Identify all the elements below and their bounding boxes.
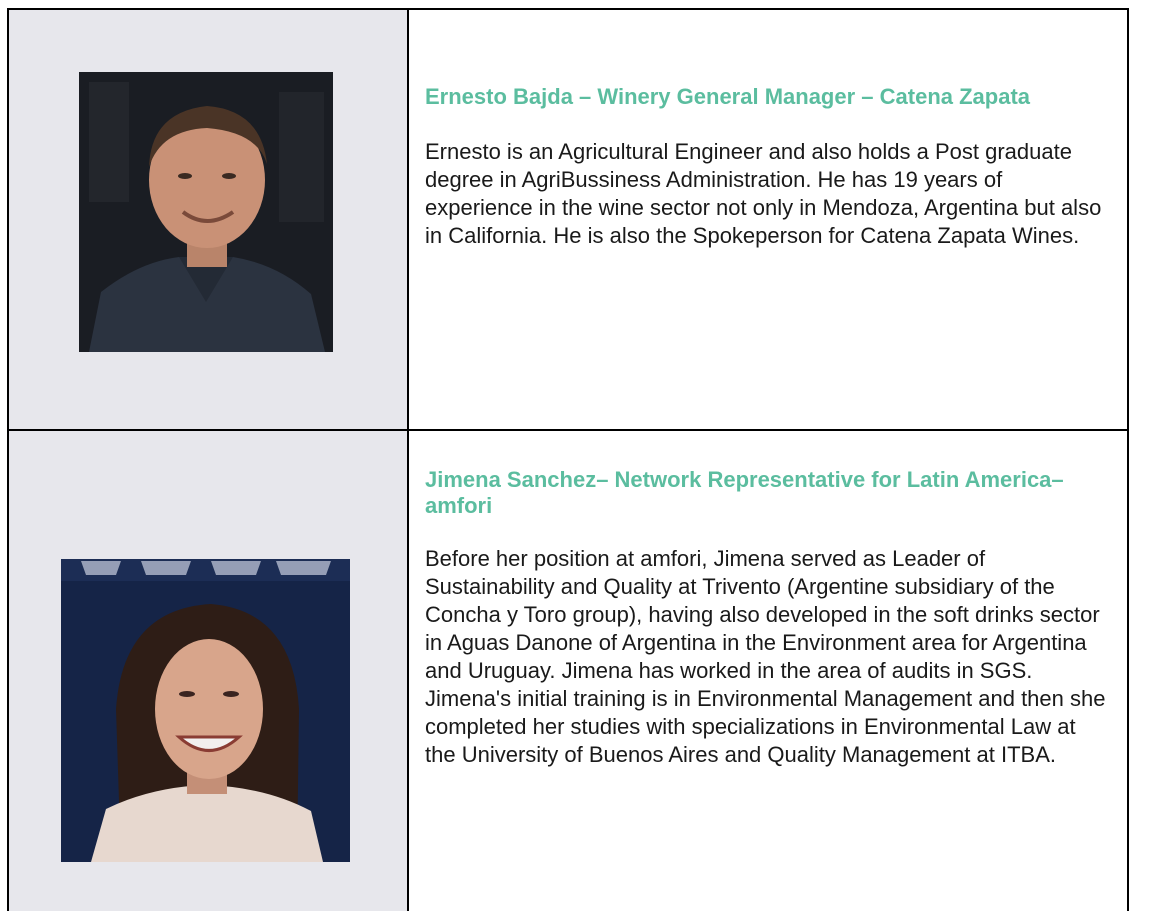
speaker-photo-ernesto bbox=[79, 72, 333, 352]
portrait-illustration bbox=[61, 559, 350, 862]
bio-cell: Ernesto Bajda – Winery General Manager –… bbox=[407, 8, 1129, 431]
bio-cell: Jimena Sanchez– Network Representative f… bbox=[407, 429, 1129, 911]
speaker-heading: Ernesto Bajda – Winery General Manager –… bbox=[425, 84, 1031, 109]
portrait-illustration bbox=[79, 72, 333, 352]
speaker-heading: Jimena Sanchez– Network Representative f… bbox=[425, 467, 1064, 518]
speaker-bio: Before her position at amfori, Jimena se… bbox=[425, 546, 1106, 767]
speaker-photo-jimena bbox=[61, 559, 350, 862]
speaker-bio: Ernesto is an Agricultural Engineer and … bbox=[425, 139, 1102, 248]
